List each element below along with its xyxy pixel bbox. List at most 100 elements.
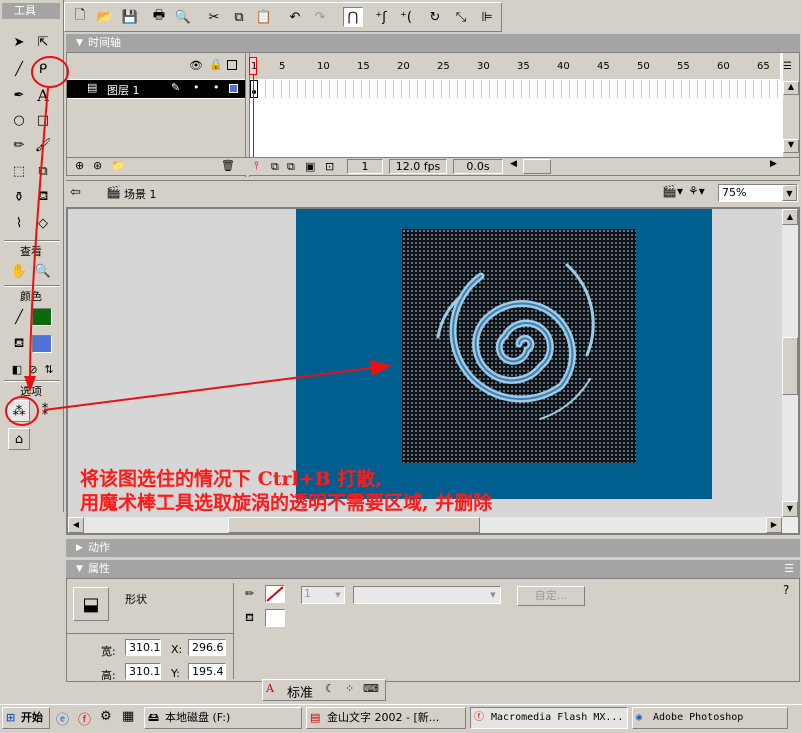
panel-menu-icon[interactable]: ☰ bbox=[784, 560, 794, 578]
scroll-right-icon[interactable]: ▶ bbox=[766, 517, 782, 533]
subselect-tool[interactable]: ⇱ bbox=[32, 31, 54, 53]
stage-vscroll-thumb[interactable] bbox=[782, 337, 798, 395]
layer-visible-dot[interactable]: • bbox=[193, 81, 200, 94]
flash-quick-icon[interactable]: ⓕ bbox=[78, 709, 91, 728]
edit-scene-icon[interactable]: 🎬▾ bbox=[662, 184, 683, 198]
stroke-height-field[interactable]: 1 ▼ bbox=[301, 586, 345, 604]
open-icon[interactable]: 📂 bbox=[95, 7, 115, 27]
back-arrow-icon[interactable]: ⇦ bbox=[70, 185, 81, 200]
text-icon[interactable]: A bbox=[266, 682, 274, 695]
straighten-icon[interactable]: ⁺( bbox=[396, 7, 416, 27]
onion-outline-icon[interactable]: ⧉ bbox=[287, 160, 295, 174]
arrow-tool[interactable]: ➤ bbox=[8, 31, 30, 53]
scroll-up-icon[interactable]: ▲ bbox=[782, 209, 798, 225]
scroll-left-icon[interactable]: ◀ bbox=[68, 517, 84, 533]
text-tool[interactable]: A bbox=[32, 84, 54, 106]
stage-hscroll-thumb[interactable] bbox=[228, 517, 480, 533]
save-icon[interactable]: 💾 bbox=[120, 7, 140, 27]
y-field[interactable]: 195.4 bbox=[188, 663, 226, 680]
eraser-tool[interactable]: ◇ bbox=[32, 212, 54, 234]
print-preview-icon[interactable]: 🔍 bbox=[173, 7, 193, 27]
timeline-title-bar[interactable]: ▼ 时间轴 bbox=[66, 34, 800, 52]
keyframe[interactable] bbox=[250, 80, 258, 98]
cut-icon[interactable]: ✂ bbox=[204, 7, 224, 27]
layer-lock-dot[interactable]: • bbox=[213, 81, 220, 94]
rotate-icon[interactable]: ↻ bbox=[425, 7, 445, 27]
timeline-menu-icon[interactable]: ☰ bbox=[783, 61, 792, 72]
outline-icon[interactable] bbox=[227, 60, 237, 70]
zoom-dropdown-icon[interactable]: ▼ bbox=[782, 185, 797, 201]
ie-icon[interactable]: ⓔ bbox=[56, 709, 69, 728]
scroll-up-icon[interactable]: ▲ bbox=[783, 81, 799, 95]
help-icon[interactable]: ? bbox=[783, 583, 789, 597]
add-guide-icon[interactable]: ⊛ bbox=[93, 159, 102, 172]
brush-tool[interactable]: 🖌 bbox=[32, 134, 54, 156]
zoom-icon[interactable]: 🔍 bbox=[32, 260, 54, 282]
ink-bottle-tool[interactable]: ⚱ bbox=[8, 186, 30, 208]
redo-icon[interactable]: ↷ bbox=[310, 7, 330, 27]
taskbar-item-flash[interactable]: ⓕ Macromedia Flash MX... bbox=[470, 707, 628, 729]
taskbar-item-wps[interactable]: ▤ 金山文字 2002 - [新... bbox=[306, 707, 466, 729]
free-transform-tool[interactable]: ⬚ bbox=[8, 160, 30, 182]
line-tool[interactable]: ╱ bbox=[8, 58, 30, 80]
edit-symbols-icon[interactable]: ⚘▾ bbox=[688, 184, 705, 198]
actions-panel-bar[interactable]: ▶ 动作 bbox=[66, 539, 800, 557]
layer-row[interactable]: ▤ 图层 1 ✎ • • bbox=[67, 80, 245, 98]
lock-icon[interactable]: 🔒 bbox=[209, 58, 223, 71]
layer-outline-swatch[interactable] bbox=[229, 84, 238, 93]
add-folder-icon[interactable]: 📁 bbox=[111, 159, 125, 172]
stroke-color-swatch[interactable] bbox=[32, 308, 52, 326]
pencil-tool[interactable]: ✏ bbox=[8, 134, 30, 156]
start-button[interactable]: ⊞ 开始 bbox=[2, 707, 50, 729]
print-icon[interactable]: 🖶 bbox=[149, 7, 169, 27]
delete-layer-icon[interactable]: 🗑 bbox=[221, 159, 235, 172]
keyboard-icon[interactable]: ⌨ bbox=[363, 682, 379, 695]
pen-tool[interactable]: ✒ bbox=[8, 84, 30, 106]
polygon-mode-icon[interactable]: ⌂ bbox=[8, 428, 30, 450]
stroke-style-dropdown-icon[interactable]: ▼ bbox=[486, 587, 500, 603]
magic-wand-icon[interactable]: ⁂ bbox=[8, 400, 30, 422]
undo-icon[interactable]: ↶ bbox=[285, 7, 305, 27]
zoom-select[interactable]: 75% ▼ bbox=[718, 184, 798, 202]
paste-icon[interactable]: 📋 bbox=[254, 7, 274, 27]
stage-hscroll[interactable]: ◀ ▶ bbox=[68, 517, 782, 533]
fill-color-swatch[interactable] bbox=[32, 335, 52, 353]
scale-icon[interactable]: ⤡ bbox=[451, 7, 471, 27]
show-desktop-icon[interactable]: ▦ bbox=[122, 709, 134, 724]
x-field[interactable]: 296.6 bbox=[188, 639, 226, 656]
eyedropper-tool[interactable]: ⌇ bbox=[8, 212, 30, 234]
rectangle-tool[interactable]: □ bbox=[32, 109, 54, 131]
height-field[interactable]: 310.1 bbox=[125, 663, 161, 680]
quick-launch-icon[interactable]: ⚙ bbox=[100, 709, 112, 724]
stroke-height-dropdown-icon[interactable]: ▼ bbox=[332, 587, 344, 603]
moon-icon[interactable]: ☾ bbox=[325, 682, 335, 695]
properties-panel-bar[interactable]: ▼ 属性 ☰ bbox=[66, 560, 800, 578]
snap-magnet-icon[interactable]: ⋂ bbox=[343, 7, 363, 27]
new-icon[interactable]: 🗋 bbox=[70, 7, 90, 27]
eye-icon[interactable]: 👁 bbox=[189, 59, 203, 72]
dots-icon[interactable]: ⁘ bbox=[345, 682, 354, 695]
stroke-style-select[interactable]: ▼ bbox=[353, 586, 501, 604]
taskbar-item-photoshop[interactable]: ◉ Adobe Photoshop bbox=[632, 707, 788, 729]
frame-grid[interactable] bbox=[250, 80, 780, 98]
hand-icon[interactable]: ✋ bbox=[8, 260, 30, 282]
copy-icon[interactable]: ⧉ bbox=[229, 7, 249, 27]
paint-bucket-tool[interactable]: ⛾ bbox=[32, 186, 54, 208]
timeline-hscroll-thumb[interactable] bbox=[523, 159, 551, 174]
edit-multiple-icon[interactable]: ▣ bbox=[305, 160, 315, 173]
swap-colors-icon[interactable]: ⇅ bbox=[38, 358, 60, 380]
hscroll-right-icon[interactable]: ▶ bbox=[770, 159, 777, 169]
scroll-down-icon[interactable]: ▼ bbox=[783, 139, 799, 153]
align-icon[interactable]: ⊫ bbox=[477, 7, 497, 27]
stage-vscroll[interactable]: ▲ ▼ bbox=[782, 209, 798, 517]
stroke-color-button[interactable] bbox=[265, 585, 285, 603]
taskbar-item-local-disk[interactable]: 🖴 本地磁盘 (F:) bbox=[144, 707, 302, 729]
hscroll-left-icon[interactable]: ◀ bbox=[510, 159, 517, 169]
magic-wand-settings-icon[interactable]: ⁑ bbox=[34, 400, 56, 422]
fill-transform-tool[interactable]: ⧉ bbox=[32, 160, 54, 182]
custom-button[interactable]: 自定... bbox=[517, 586, 585, 606]
lasso-tool[interactable]: ᑭ bbox=[32, 58, 54, 80]
width-field[interactable]: 310.1 bbox=[125, 639, 161, 656]
oval-tool[interactable]: ○ bbox=[8, 109, 30, 131]
scroll-down-icon[interactable]: ▼ bbox=[782, 501, 798, 517]
